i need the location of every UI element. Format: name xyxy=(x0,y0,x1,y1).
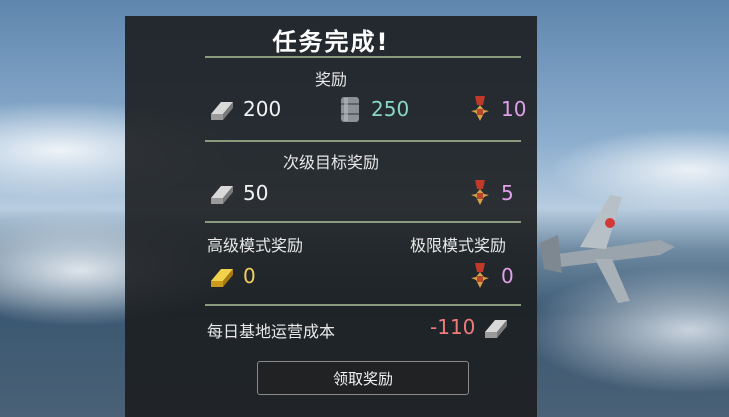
secondary-rewards-label: 次级目标奖励 xyxy=(282,153,379,172)
advanced-mode-rewards-label: 高级模式奖励 xyxy=(207,236,304,255)
divider xyxy=(205,140,521,142)
gold-lions-icon xyxy=(211,269,233,287)
mission-complete-panel: 任务完成! 奖励 200 250 10 次级目标奖励 50 5 高级模式奖励 极… xyxy=(125,16,537,417)
divider xyxy=(205,304,521,306)
extreme-mode-rewards-label: 极限模式奖励 xyxy=(410,236,507,255)
reward-fuel: 250 xyxy=(335,94,409,124)
base-cost-value: -110 xyxy=(430,315,476,339)
medal-icon xyxy=(471,263,489,288)
mission-complete-title: 任务完成! xyxy=(272,28,390,56)
extreme-reward-medals: 0 xyxy=(465,261,514,291)
extreme-medals-value: 0 xyxy=(501,264,514,288)
advanced-gold-value: 0 xyxy=(243,264,256,288)
medals-value: 10 xyxy=(501,97,527,121)
claim-rewards-button[interactable]: 领取奖励 xyxy=(257,361,469,395)
medal-icon xyxy=(471,96,489,121)
secondary-reward-medals: 5 xyxy=(465,178,514,208)
advanced-reward-gold: 0 xyxy=(207,261,256,291)
secondary-silver-lions-value: 50 xyxy=(243,181,269,205)
reward-silver-lions: 200 xyxy=(207,94,281,124)
silver-lions-icon xyxy=(485,320,508,338)
secondary-medals-value: 5 xyxy=(501,181,514,205)
silver-lions-icon xyxy=(211,186,233,204)
aircraft-image xyxy=(540,195,675,303)
base-operation-cost-label: 每日基地运营成本 xyxy=(207,322,336,341)
divider xyxy=(205,56,521,58)
reward-medals: 10 xyxy=(465,94,526,124)
divider xyxy=(205,221,521,223)
rewards-label: 奖励 xyxy=(314,70,347,89)
silver-lions-icon xyxy=(211,102,233,120)
secondary-reward-silver-lions: 50 xyxy=(207,178,268,208)
fuel-barrel-icon xyxy=(341,97,359,122)
fuel-value: 250 xyxy=(371,97,410,121)
base-operation-cost: -110 xyxy=(430,312,511,342)
medal-icon xyxy=(471,180,489,205)
silver-lions-value: 200 xyxy=(243,97,282,121)
